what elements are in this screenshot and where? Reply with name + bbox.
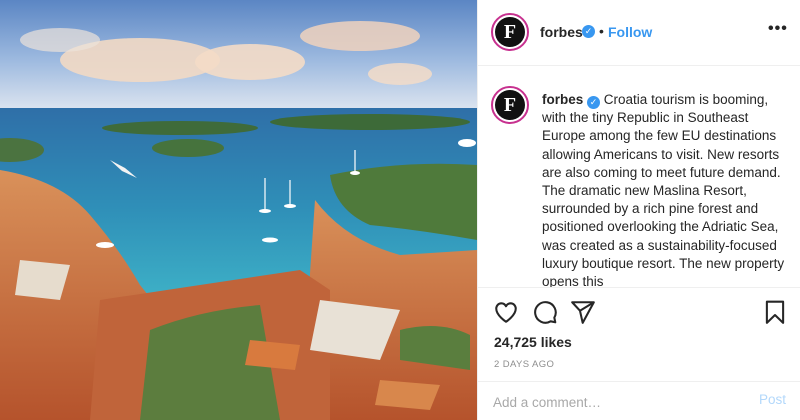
post-timestamp[interactable]: 2 DAYS AGO (494, 359, 554, 370)
photo-illustration (0, 0, 477, 420)
avatar-letter: F (495, 90, 525, 120)
profile-avatar[interactable]: F (491, 13, 529, 51)
caption-text-block: forbes ✓ Croatia tourism is booming, wit… (542, 91, 792, 287)
post-header: F forbes ✓ • Follow ••• (478, 0, 800, 66)
comment-input[interactable] (493, 392, 733, 412)
verified-badge-icon: ✓ (582, 25, 595, 38)
instagram-post: F forbes ✓ • Follow ••• F forbes ✓ Croat… (0, 0, 800, 420)
likes-count[interactable]: 24,725 likes (494, 334, 572, 350)
post-photo[interactable] (0, 0, 477, 420)
caption-username[interactable]: forbes (542, 92, 583, 107)
comment-bar: Post (478, 381, 800, 420)
more-options-icon[interactable]: ••• (768, 20, 788, 38)
post-comment-button[interactable]: Post (759, 392, 786, 407)
verified-badge-icon: ✓ (587, 96, 601, 109)
comment-icon[interactable] (532, 299, 558, 325)
caption-section: F forbes ✓ Croatia tourism is booming, w… (478, 67, 800, 287)
username-link[interactable]: forbes (540, 24, 583, 40)
caption-text: Croatia tourism is booming, with the tin… (542, 92, 785, 287)
post-side-panel: F forbes ✓ • Follow ••• F forbes ✓ Croat… (477, 0, 800, 420)
avatar-letter: F (495, 17, 525, 47)
separator-dot: • (599, 23, 604, 39)
heart-icon[interactable] (493, 299, 519, 325)
bookmark-icon[interactable] (762, 299, 788, 325)
follow-button[interactable]: Follow (608, 24, 652, 40)
share-icon[interactable] (570, 299, 596, 325)
caption-avatar[interactable]: F (491, 86, 529, 124)
